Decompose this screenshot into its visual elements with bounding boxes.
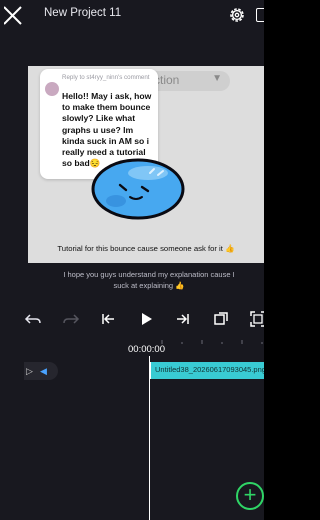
blue-blob-illustration (91, 158, 185, 220)
editor-window: New Project 11 ction ▼ Reply to st4ryy_n… (0, 0, 264, 520)
subtitle-text: I hope you guys understand my explanatio… (63, 270, 235, 290)
preview-caption: Tutorial for this bounce cause someone a… (57, 244, 235, 253)
avatar (45, 82, 59, 96)
undo-icon (24, 314, 41, 324)
play-button[interactable] (137, 310, 155, 328)
fullscreen-icon (250, 311, 264, 327)
skip-to-end-icon (177, 314, 189, 324)
skip-to-start-icon (102, 314, 114, 324)
keyframe-icon (214, 312, 228, 325)
chevron-down-icon: ▼ (212, 73, 222, 84)
close-button[interactable] (3, 4, 26, 26)
image-clip[interactable]: Untitled38_20260617093045.png (149, 362, 264, 379)
add-button[interactable]: + (236, 482, 264, 510)
reply-to-text: Reply to st4ryy_ninn's comment (62, 74, 150, 81)
redo-icon (63, 314, 80, 324)
volume-icon: ◀ (40, 366, 47, 376)
gear-icon (230, 8, 244, 22)
audio-track-control[interactable]: ▷ ◀ (24, 362, 58, 380)
plus-icon: + (243, 482, 257, 507)
settings-button[interactable] (228, 6, 246, 24)
hidden-pill: ction ▼ (146, 71, 230, 91)
video-preview[interactable]: ction ▼ Reply to st4ryy_ninn's comment H… (28, 66, 264, 263)
undo-button[interactable] (24, 310, 42, 328)
skip-to-start-button[interactable] (99, 310, 117, 328)
skip-to-end-button[interactable] (174, 310, 192, 328)
play-icon (142, 313, 152, 325)
export-icon[interactable] (256, 8, 264, 22)
close-icon (3, 6, 22, 25)
clip-label: Untitled38_20260617093045.png (155, 365, 264, 374)
fullscreen-button[interactable] (249, 310, 264, 328)
playback-toolbar (0, 306, 264, 332)
redo-button[interactable] (62, 310, 80, 328)
play-track-icon: ▷ (26, 366, 33, 376)
right-edge-strip (264, 0, 292, 520)
project-title[interactable]: New Project 11 (44, 7, 121, 19)
timecode: 00:00:00 (128, 344, 165, 355)
playhead[interactable] (149, 356, 151, 520)
keyframe-button[interactable] (212, 310, 230, 328)
timeline-ruler (161, 340, 263, 344)
top-bar: New Project 11 (0, 0, 264, 30)
